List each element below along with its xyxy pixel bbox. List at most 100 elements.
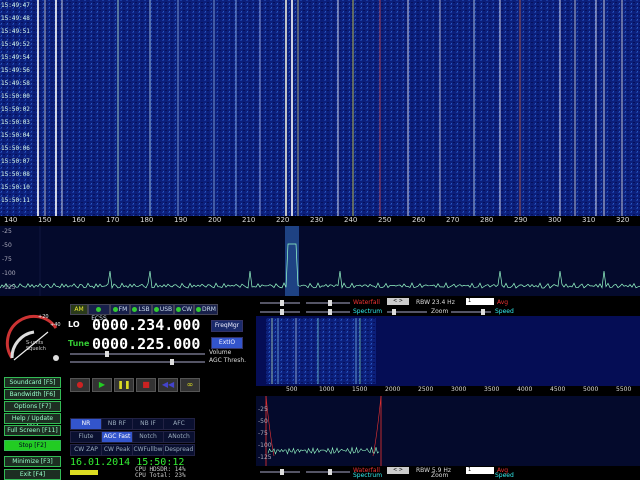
frequency-tick-label: 160	[72, 216, 86, 224]
freqmgr-button[interactable]: FreqMgr	[211, 320, 243, 332]
audio-frequency-tick-label: 5500	[616, 386, 632, 393]
time-label: 15:50:06	[1, 145, 30, 152]
main-spectrum[interactable]	[0, 226, 640, 296]
audio-frequency-tick-label: 2500	[418, 386, 434, 393]
audio-spectrum[interactable]	[256, 396, 640, 466]
frequency-tick-label: 280	[480, 216, 494, 224]
frequency-tick-label: 140	[4, 216, 18, 224]
upper-spectrum-label: Spectrum	[353, 308, 383, 315]
afc-button[interactable]: AFC	[163, 418, 195, 430]
frequency-tick-label: 300	[548, 216, 562, 224]
mode-cw[interactable]: CW	[174, 304, 194, 315]
extio-button[interactable]: ExtIO	[211, 337, 243, 349]
time-axis: 15:49:47 15:49:48 15:49:51 15:49:52 15:49:54…	[0, 0, 30, 216]
main-waterfall[interactable]	[0, 0, 640, 216]
mode-am[interactable]: AM	[70, 304, 88, 315]
main-frequency-scale[interactable]: 140 150 160 170 180 190 200 210 220 230 240 250 260 2…	[0, 216, 640, 226]
pause-button[interactable]: ❚❚	[114, 378, 134, 392]
cw-peak-button[interactable]: CW Peak	[101, 444, 133, 456]
nr-button[interactable]: NR	[70, 418, 102, 430]
rewind-button[interactable]: ◀◀	[158, 378, 178, 392]
upper-rbw-stepper[interactable]: < >	[387, 298, 409, 305]
audio-frequency-tick-label: 3000	[451, 386, 467, 393]
audio-waterfall[interactable]	[256, 316, 640, 386]
lower-spectrum-label: Spectrum	[353, 472, 383, 479]
audio-frequency-tick-label: 5000	[583, 386, 599, 393]
loop-button[interactable]: ∞	[180, 378, 200, 392]
audio-frequency-scale: 500 1000 1500 2000 2500 3000 3500 4000 4500 5000 5…	[256, 386, 640, 396]
upper-rbw-label: RBW 23.4 Hz	[416, 299, 455, 306]
flute-button[interactable]: Flute	[70, 431, 102, 443]
despread-button[interactable]: Despread	[163, 444, 195, 456]
mode-ecss[interactable]: ECSS	[88, 304, 110, 322]
s-meter: +20 +40	[5, 314, 61, 361]
soundcard-button[interactable]: Soundcard [F5]	[4, 377, 61, 388]
frequency-tick-label: 290	[514, 216, 528, 224]
frequency-tick-label: 240	[344, 216, 358, 224]
time-label: 15:49:58	[1, 80, 30, 87]
stop-playback-button[interactable]: ■	[136, 378, 156, 392]
volume-slider[interactable]	[70, 351, 205, 357]
upper-zoom-slider[interactable]	[387, 309, 427, 315]
nb-rf-button[interactable]: NB RF	[101, 418, 133, 430]
time-label: 15:50:02	[1, 106, 30, 113]
upper-waterfall-brightness-slider[interactable]	[306, 300, 350, 306]
nb-if-button[interactable]: NB IF	[132, 418, 164, 430]
audio-db-tick-label: -50	[258, 418, 268, 425]
time-label: 15:49:51	[1, 28, 30, 35]
agc-threshold-slider[interactable]	[70, 359, 205, 365]
time-label: 15:50:10	[1, 184, 30, 191]
audio-db-axis: -25 -50 -75 -100 -125	[256, 396, 278, 466]
time-label: 15:50:00	[1, 93, 30, 100]
db-tick-label: -125	[2, 284, 16, 291]
cw-fullbw-button[interactable]: CWFullbw	[132, 444, 164, 456]
time-label: 15:50:08	[1, 171, 30, 178]
mode-lsb[interactable]: LSB	[130, 304, 152, 315]
time-label: 15:49:52	[1, 41, 30, 48]
upper-speed-label: Speed	[495, 308, 514, 315]
frequency-tick-label: 230	[310, 216, 324, 224]
play-button[interactable]: ▶	[92, 378, 112, 392]
upper-speed-slider[interactable]	[451, 309, 491, 315]
notch-button[interactable]: Notch	[132, 431, 164, 443]
full-screen-button[interactable]: Full Screen [F11]	[4, 425, 61, 436]
cw-zap-button[interactable]: CW ZAP	[70, 444, 102, 456]
svg-text:+20: +20	[38, 314, 49, 320]
exit-button[interactable]: Exit [F4]	[4, 469, 61, 480]
lower-rbw-select[interactable]: 1	[466, 467, 494, 474]
lower-zoom-label: Zoom	[431, 472, 449, 479]
mode-usb[interactable]: USB	[152, 304, 174, 315]
anotch-button[interactable]: ANotch	[163, 431, 195, 443]
options-button[interactable]: Options [F7]	[4, 401, 61, 412]
audio-frequency-tick-label: 1000	[319, 386, 335, 393]
upper-spectrum-contrast-slider[interactable]	[260, 309, 300, 315]
lo-frequency[interactable]: 0000.234.000	[92, 316, 200, 334]
upper-spectrum-brightness-slider[interactable]	[306, 309, 350, 315]
upper-rbw-select[interactable]: 1	[466, 298, 494, 305]
time-label: 15:49:48	[1, 15, 30, 22]
agc-fast-button[interactable]: AGC Fast	[101, 431, 133, 443]
audio-frequency-tick-label: 2000	[385, 386, 401, 393]
lo-label: LO	[68, 320, 80, 329]
bandwidth-button[interactable]: Bandwidth [F6]	[4, 389, 61, 400]
lower-waterfall-brightness-slider[interactable]	[306, 469, 350, 475]
frequency-tick-label: 210	[242, 216, 256, 224]
upper-waterfall-label: Waterfall	[353, 299, 380, 306]
frequency-tick-label: 200	[208, 216, 222, 224]
audio-frequency-tick-label: 4000	[517, 386, 533, 393]
mode-fm[interactable]: FM	[110, 304, 130, 315]
minimize-button[interactable]: Minimize [F3]	[4, 456, 61, 467]
stop-button[interactable]: Stop [F2]	[4, 440, 61, 451]
audio-frequency-tick-label: 3500	[484, 386, 500, 393]
time-label: 15:49:56	[1, 67, 30, 74]
frequency-tick-label: 320	[616, 216, 630, 224]
record-button[interactable]: ●	[70, 378, 90, 392]
lower-waterfall-contrast-slider[interactable]	[260, 469, 300, 475]
frequency-tick-label: 170	[106, 216, 120, 224]
frequency-tick-label: 180	[140, 216, 154, 224]
upper-waterfall-contrast-slider[interactable]	[260, 300, 300, 306]
help-update-button[interactable]: Help / Update [F1]	[4, 413, 61, 431]
audio-db-tick-label: -125	[258, 454, 272, 461]
lower-rbw-stepper[interactable]: < >	[387, 467, 409, 474]
mode-drm[interactable]: DRM	[194, 304, 218, 315]
